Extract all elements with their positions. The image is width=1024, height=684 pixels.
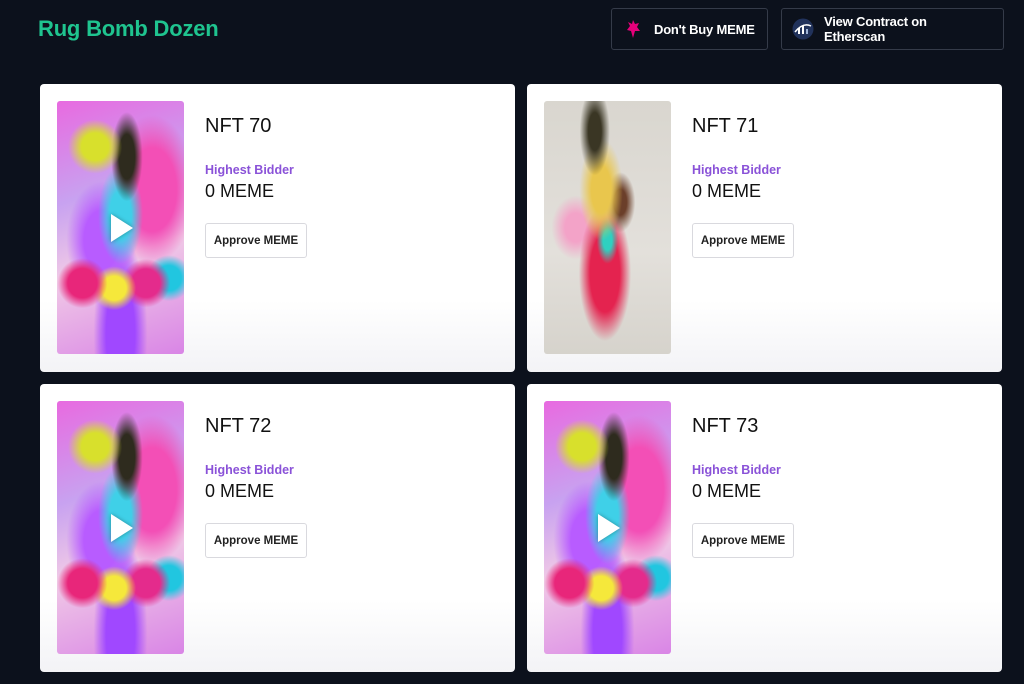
view-contract-label: View Contract on Etherscan: [824, 14, 927, 44]
nft-title: NFT 70: [205, 115, 272, 137]
play-icon[interactable]: [598, 514, 620, 542]
highest-bid-value: 0 MEME: [205, 181, 275, 201]
approve-meme-button[interactable]: Approve MEME: [205, 223, 307, 258]
nft-card: NFT 71 Highest Bidder 0 MEME Approve MEM…: [527, 84, 1002, 372]
dont-buy-meme-label: Don't Buy MEME: [654, 21, 755, 37]
unicorn-icon: [622, 18, 644, 40]
nft-video[interactable]: [57, 101, 184, 354]
highest-bidder-label: Highest Bidder: [205, 163, 294, 177]
nft-image: [544, 101, 671, 354]
brand-title: Rug Bomb Dozen: [38, 16, 219, 41]
highest-bid-value: 0 MEME: [692, 481, 762, 501]
nft-card: NFT 72 Highest Bidder 0 MEME Approve MEM…: [40, 384, 515, 672]
nft-card: NFT 70 Highest Bidder 0 MEME Approve MEM…: [40, 84, 515, 372]
top-bar: Rug Bomb Dozen Don't Buy MEME View Contr…: [0, 0, 1024, 60]
approve-meme-button[interactable]: Approve MEME: [205, 523, 307, 558]
nft-video[interactable]: [57, 401, 184, 654]
nft-title: NFT 71: [692, 115, 759, 137]
nft-video[interactable]: [544, 401, 671, 654]
play-icon[interactable]: [111, 514, 133, 542]
highest-bidder-label: Highest Bidder: [205, 463, 294, 477]
nft-title: NFT 73: [692, 415, 759, 437]
approve-meme-button[interactable]: Approve MEME: [692, 223, 794, 258]
highest-bid-value: 0 MEME: [692, 181, 762, 201]
dont-buy-meme-button[interactable]: Don't Buy MEME: [611, 8, 768, 50]
highest-bidder-label: Highest Bidder: [692, 163, 781, 177]
approve-meme-button[interactable]: Approve MEME: [692, 523, 794, 558]
etherscan-icon: [792, 18, 814, 40]
nft-title: NFT 72: [205, 415, 272, 437]
nft-card: NFT 73 Highest Bidder 0 MEME Approve MEM…: [527, 384, 1002, 672]
play-icon[interactable]: [111, 214, 133, 242]
view-contract-etherscan-button[interactable]: View Contract on Etherscan: [781, 8, 1004, 50]
highest-bid-value: 0 MEME: [205, 481, 275, 501]
highest-bidder-label: Highest Bidder: [692, 463, 781, 477]
